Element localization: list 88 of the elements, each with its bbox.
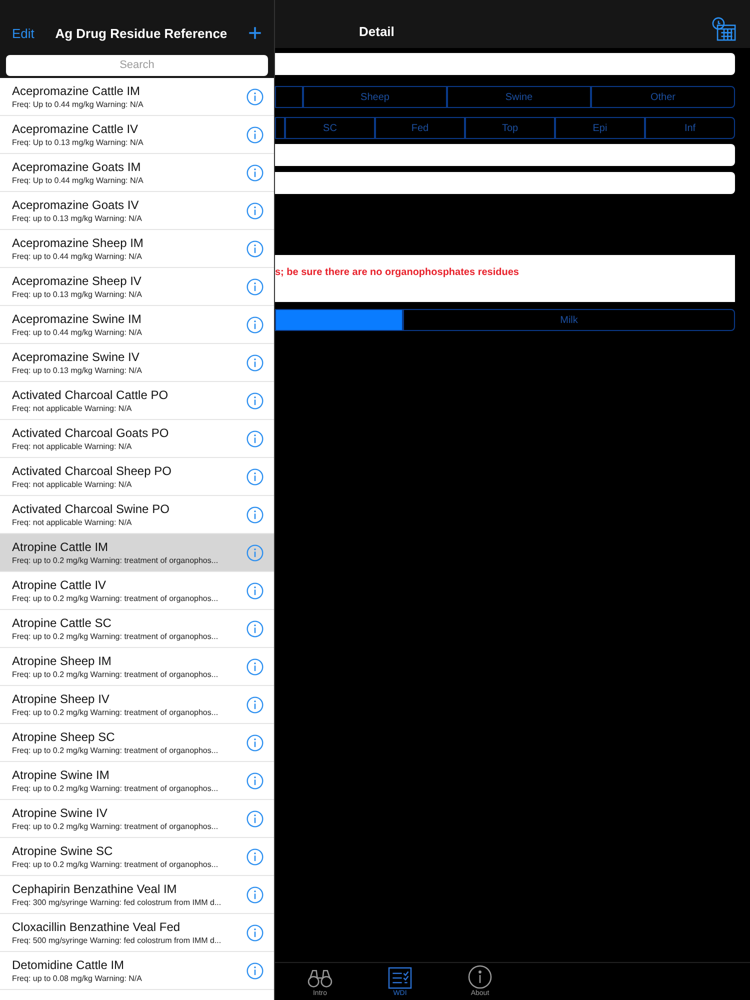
item-title: Activated Charcoal Cattle PO bbox=[12, 388, 170, 402]
info-icon[interactable] bbox=[246, 506, 264, 524]
item-title: Atropine Swine IV bbox=[12, 806, 108, 820]
item-subtitle: Freq: up to 0.44 mg/kg Warning: N/A bbox=[12, 326, 143, 338]
info-icon[interactable] bbox=[246, 392, 264, 410]
info-icon[interactable] bbox=[246, 886, 264, 904]
search-field[interactable]: Search bbox=[6, 54, 268, 76]
item-title: Acepromazine Cattle IM bbox=[12, 84, 142, 98]
list-item[interactable]: Atropine Cattle IM Freq: up to 0.2 mg/kg Warning: treatment of organophos... bbox=[0, 534, 274, 572]
item-title: Acepromazine Sheep IV bbox=[12, 274, 142, 288]
item-subtitle: Freq: up to 0.44 mg/kg Warning: N/A bbox=[12, 250, 143, 262]
item-title: Cloxacillin Benzathine Veal Fed bbox=[12, 920, 182, 934]
info-icon[interactable] bbox=[246, 734, 264, 752]
item-subtitle: Freq: Up to 0.44 mg/kg Warning: N/A bbox=[12, 98, 144, 110]
info-icon[interactable] bbox=[246, 810, 264, 828]
info-icon[interactable] bbox=[246, 924, 264, 942]
item-subtitle: Freq: up to 0.2 mg/kg Warning: treatment of organophos... bbox=[12, 744, 220, 756]
info-icon[interactable] bbox=[246, 164, 264, 182]
segment[interactable] bbox=[275, 117, 285, 139]
item-title: Activated Charcoal Sheep PO bbox=[12, 464, 172, 478]
item-subtitle: Freq: up to 0.2 mg/kg Warning: treatment of organophos... bbox=[12, 592, 220, 604]
checklist-icon bbox=[387, 966, 413, 988]
info-icon[interactable] bbox=[246, 696, 264, 714]
info-icon[interactable] bbox=[246, 582, 264, 600]
item-title: Atropine Swine SC bbox=[12, 844, 114, 858]
item-subtitle: Freq: not applicable Warning: N/A bbox=[12, 478, 133, 490]
info-icon[interactable] bbox=[246, 772, 264, 790]
segment[interactable] bbox=[275, 86, 303, 108]
master-title: Ag Drug Residue Reference bbox=[54, 25, 228, 44]
item-subtitle: Freq: up to 0.13 mg/kg Warning: N/A bbox=[12, 212, 143, 224]
segment[interactable] bbox=[275, 309, 403, 331]
item-subtitle: Freq: not applicable Warning: N/A bbox=[12, 440, 133, 452]
item-title: Atropine Cattle IM bbox=[12, 540, 110, 554]
info-icon[interactable] bbox=[246, 430, 264, 448]
item-title: Acepromazine Goats IM bbox=[12, 160, 142, 174]
info-icon[interactable] bbox=[246, 962, 264, 980]
item-subtitle: Freq: up to 0.13 mg/kg Warning: N/A bbox=[12, 288, 143, 300]
info-icon[interactable] bbox=[246, 316, 264, 334]
info-icon[interactable] bbox=[246, 126, 264, 144]
item-title: Detomidine Cattle IM bbox=[12, 958, 126, 972]
item-subtitle: Freq: up to 0.13 mg/kg Warning: N/A bbox=[12, 364, 143, 376]
calendar-clock-icon[interactable] bbox=[712, 17, 736, 41]
item-title: Atropine Sheep SC bbox=[12, 730, 116, 744]
item-title: Acepromazine Cattle IV bbox=[12, 122, 140, 136]
item-title: Atropine Cattle IV bbox=[12, 578, 108, 592]
item-subtitle: Freq: up to 0.2 mg/kg Warning: treatment of organophos... bbox=[12, 706, 220, 718]
info-icon bbox=[468, 964, 492, 988]
item-title: Acepromazine Swine IM bbox=[12, 312, 142, 326]
item-subtitle: Freq: up to 0.2 mg/kg Warning: treatment of organophos... bbox=[12, 668, 220, 680]
info-icon[interactable] bbox=[246, 468, 264, 486]
item-subtitle: Freq: up to 0.2 mg/kg Warning: treatment of organophos... bbox=[12, 554, 220, 566]
item-subtitle: Freq: up to 0.2 mg/kg Warning: treatment of organophos... bbox=[12, 820, 220, 832]
item-subtitle: Freq: up to 0.2 mg/kg Warning: treatment of organophos... bbox=[12, 630, 220, 642]
item-title: Atropine Sheep IV bbox=[12, 692, 110, 706]
item-subtitle: Freq: 500 mg/syringe Warning: fed colostrum from IMM d... bbox=[12, 934, 222, 946]
info-icon[interactable] bbox=[246, 658, 264, 676]
info-icon[interactable] bbox=[246, 278, 264, 296]
item-subtitle: Freq: up to 0.2 mg/kg Warning: treatment of organophos... bbox=[12, 782, 220, 794]
item-title: Activated Charcoal Swine PO bbox=[12, 502, 170, 516]
item-subtitle: Freq: not applicable Warning: N/A bbox=[12, 402, 133, 414]
warning-text: s; be sure there are no organophosphates residues bbox=[275, 267, 519, 278]
item-title: Cephapirin Benzathine Veal IM bbox=[12, 882, 178, 896]
item-title: Acepromazine Sheep IM bbox=[12, 236, 144, 250]
add-button[interactable]: + bbox=[248, 22, 262, 46]
detail-title: Detail bbox=[359, 23, 394, 42]
text-field[interactable] bbox=[275, 53, 735, 75]
item-subtitle: Freq: up to 0.2 mg/kg Warning: treatment of organophos... bbox=[12, 858, 220, 870]
edit-button[interactable]: Edit bbox=[12, 24, 34, 44]
item-subtitle: Freq: 300 mg/syringe Warning: fed colostrum from IMM d... bbox=[12, 896, 222, 908]
item-title: Activated Charcoal Goats PO bbox=[12, 426, 170, 440]
info-icon[interactable] bbox=[246, 544, 264, 562]
info-icon[interactable] bbox=[246, 354, 264, 372]
item-subtitle: Freq: Up to 0.44 mg/kg Warning: N/A bbox=[12, 174, 144, 186]
item-title: Atropine Sheep IM bbox=[12, 654, 112, 668]
info-icon[interactable] bbox=[246, 620, 264, 638]
item-subtitle: Freq: Up to 0.13 mg/kg Warning: N/A bbox=[12, 136, 144, 148]
info-icon[interactable] bbox=[246, 240, 264, 258]
item-title: Acepromazine Goats IV bbox=[12, 198, 140, 212]
item-title: Atropine Cattle SC bbox=[12, 616, 112, 630]
text-field[interactable] bbox=[275, 144, 735, 166]
item-subtitle: Freq: up to 0.08 mg/kg Warning: N/A bbox=[12, 972, 143, 984]
item-title: Atropine Swine IM bbox=[12, 768, 110, 782]
text-field[interactable] bbox=[275, 172, 735, 194]
info-icon[interactable] bbox=[246, 848, 264, 866]
info-icon[interactable] bbox=[246, 202, 264, 220]
item-title: Acepromazine Swine IV bbox=[12, 350, 140, 364]
info-icon[interactable] bbox=[246, 88, 264, 106]
item-subtitle: Freq: not applicable Warning: N/A bbox=[12, 516, 133, 528]
